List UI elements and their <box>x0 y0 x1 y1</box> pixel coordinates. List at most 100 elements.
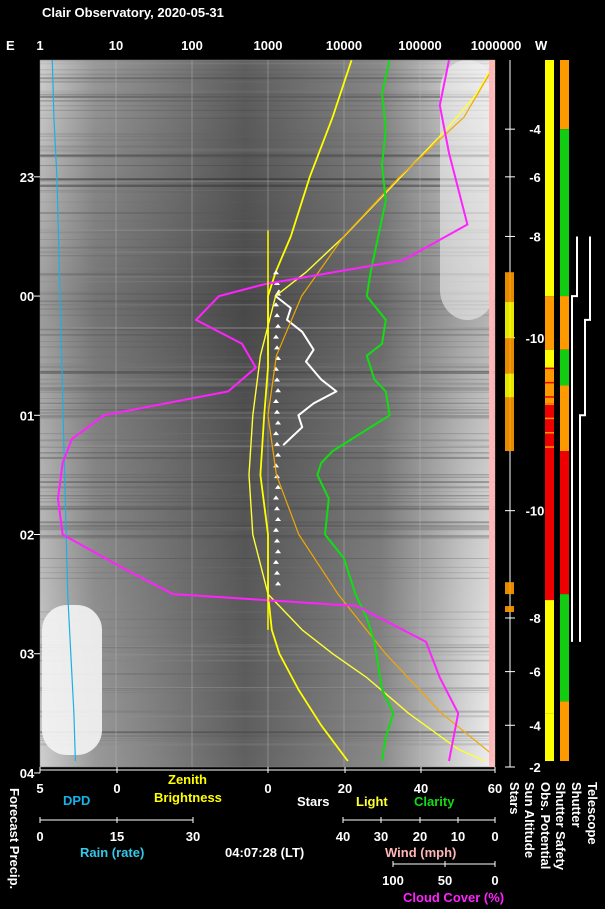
sky-streak <box>40 689 495 691</box>
sky-streak <box>40 406 495 408</box>
sky-streak <box>40 635 495 638</box>
time-tick-label: 01 <box>20 408 34 423</box>
time-axis: 23 00 01 02 03 04 <box>20 170 40 781</box>
vlabel-telescope: Telescope <box>585 782 600 845</box>
status-stripe <box>545 431 554 434</box>
top-axis-tick-label: 1 <box>36 38 43 53</box>
west-label: W <box>535 38 548 53</box>
sky-streak <box>40 491 495 493</box>
vlabel-obs-potential: Obs. Potential <box>538 782 553 869</box>
sky-streak <box>40 439 495 441</box>
sky-streak <box>40 507 495 510</box>
time-tick-label: 23 <box>20 170 34 185</box>
sky-streak <box>40 433 495 435</box>
label-dpd: DPD <box>63 793 90 808</box>
dpd-tick-label: 0 <box>113 781 120 796</box>
sun-tick-label: -6 <box>529 170 541 185</box>
vlabel-shutter-safety: Shutter Safety <box>553 782 568 871</box>
time-tick-label: 03 <box>20 647 34 662</box>
sky-streak <box>40 139 495 141</box>
label-cloud: Cloud Cover (%) <box>403 890 504 905</box>
top-axis-tick-label: 1000 <box>254 38 283 53</box>
status-stripe <box>545 396 554 398</box>
stars-indicator <box>505 373 514 398</box>
sky-streak <box>40 498 495 499</box>
cloud-tick-label: 50 <box>438 873 452 888</box>
sky-streak <box>40 133 495 135</box>
rain-tick-label: 15 <box>110 829 124 844</box>
vlabel-sun-altitude: Sun Altitude <box>522 782 537 858</box>
sky-streak <box>40 154 495 157</box>
sky-streak <box>40 744 495 746</box>
sky-streak <box>40 135 495 137</box>
status-segment <box>560 701 569 762</box>
sun-tick-label: -2 <box>529 760 541 775</box>
label-zenith: Zenith <box>168 772 207 787</box>
time-tick-label: 04 <box>20 766 35 781</box>
status-segment <box>560 296 569 350</box>
sky-streak <box>40 735 495 737</box>
status-segment <box>545 600 554 714</box>
vlabel-forecast-precip: Forecast Precip. <box>7 788 22 889</box>
sky-streak <box>40 688 495 689</box>
sky-streak <box>40 190 495 191</box>
sky-streak <box>40 220 495 222</box>
wind-tick-label: 40 <box>336 829 350 844</box>
sky-streak <box>40 398 495 399</box>
label-stars: Stars <box>297 794 330 809</box>
sun-tick-label: -8 <box>529 611 541 626</box>
sky-streak <box>40 456 495 459</box>
sky-streak <box>40 77 495 80</box>
top-axis-tick-label: 1000000 <box>471 38 522 53</box>
sky-streak <box>40 391 495 393</box>
telescope-line <box>579 236 591 642</box>
sky-streak <box>40 738 495 739</box>
label-wind: Wind (mph) <box>385 845 456 860</box>
plot-area <box>40 60 495 767</box>
sky-streak <box>40 692 495 693</box>
sky-streak <box>40 100 495 102</box>
cloud-tick-label: 100 <box>382 873 404 888</box>
status-segment <box>560 385 569 452</box>
brightness-tick-label: 0 <box>264 781 271 796</box>
sky-streak <box>40 80 495 83</box>
status-stripe <box>545 374 554 377</box>
stars-indicator <box>505 302 514 338</box>
status-stripe <box>545 389 554 391</box>
sky-streak <box>40 495 495 497</box>
sky-streak <box>40 505 495 507</box>
status-segment <box>560 129 569 297</box>
sky-streak <box>40 654 495 656</box>
sky-streak <box>40 191 495 193</box>
label-clarity: Clarity <box>414 794 455 809</box>
sky-streak <box>40 388 495 391</box>
sky-streak <box>40 96 495 98</box>
sky-streak <box>40 387 495 389</box>
chart-title: Clair Observatory, 2020-05-31 <box>42 5 224 20</box>
wind-tick-label: 30 <box>374 829 388 844</box>
status-segment <box>545 60 554 297</box>
sky-streak <box>40 453 495 455</box>
top-axis-tick-label: 100000 <box>398 38 441 53</box>
bottom-axes: 5 0 0 20 40 600 15 30 40 30 20 10 0100 50 0 <box>36 767 502 888</box>
timestamp: 04:07:28 (LT) <box>225 845 304 860</box>
top-axis-ticks: 1 10 100 1000 10000 100000 1000000 <box>36 38 521 53</box>
sky-streak <box>40 60 495 62</box>
sky-streak <box>40 228 495 231</box>
sky-streak <box>40 522 495 524</box>
shutter-line <box>571 236 578 642</box>
sky-streak <box>40 715 495 718</box>
status-stripe <box>545 439 554 441</box>
bright-patch-upper-right <box>440 60 495 320</box>
stars-indicator <box>505 606 514 613</box>
sky-streak <box>40 710 495 713</box>
sky-streak <box>40 452 495 454</box>
sun-tick-label: -8 <box>529 229 541 244</box>
status-segment <box>545 367 554 404</box>
sky-streak <box>40 201 495 203</box>
sky-streak <box>40 62 495 65</box>
wind-bar <box>489 60 495 767</box>
sky-streak <box>40 165 495 167</box>
sky-streak <box>40 69 495 71</box>
sky-streak <box>40 184 495 187</box>
